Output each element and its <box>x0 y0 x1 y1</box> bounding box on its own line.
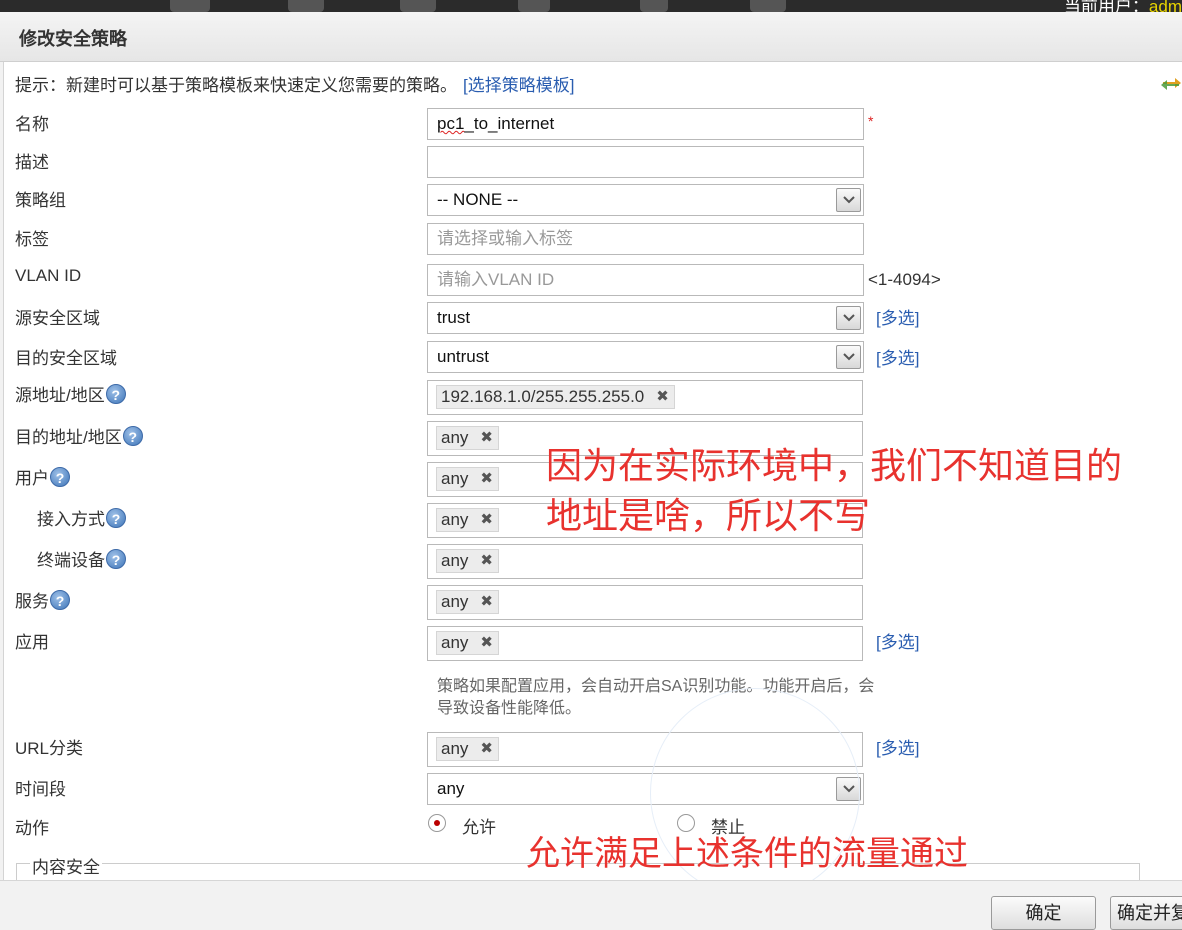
dst-zone-multiselect-link[interactable]: [多选] <box>876 344 919 369</box>
action-allow-label: 允许 <box>462 818 496 837</box>
nav-icon[interactable] <box>750 0 786 12</box>
content-security-legend: 内容安全 <box>30 853 102 878</box>
nav-icon[interactable] <box>400 0 436 12</box>
dst-zone-label: 目的安全区域 <box>15 349 117 368</box>
remove-tag-icon[interactable]: ✖ <box>480 427 493 449</box>
chevron-down-icon[interactable] <box>836 345 861 369</box>
terminal-tag: any ✖ <box>436 549 499 573</box>
src-zone-multiselect-link[interactable]: [多选] <box>876 304 919 329</box>
src-zone-label: 源安全区域 <box>15 309 100 328</box>
remove-tag-icon[interactable]: ✖ <box>480 632 493 654</box>
ok-button[interactable]: 确定 <box>991 896 1096 930</box>
annotation-action-note: 允许满足上述条件的流量通过 <box>526 835 968 873</box>
policy-group-label: 策略组 <box>15 191 66 210</box>
user-tag: any ✖ <box>436 467 499 491</box>
name-input[interactable]: pc1_to_internet <box>427 108 864 140</box>
top-navigation-strip: 当前用户：adm <box>0 0 1182 12</box>
service-tag: any ✖ <box>436 590 499 614</box>
terminal-input[interactable]: any ✖ <box>427 544 863 579</box>
action-allow-radio[interactable] <box>428 814 446 832</box>
access-mode-label: 接入方式? <box>37 505 126 530</box>
annotation-dst-line1: 因为在实际环境中，我们不知道目的 <box>546 445 1123 486</box>
service-input[interactable]: any ✖ <box>427 585 863 620</box>
action-label: 动作 <box>15 819 49 838</box>
nav-icon[interactable] <box>288 0 324 12</box>
application-multiselect-link[interactable]: [多选] <box>876 628 919 653</box>
required-marker: * <box>868 113 874 129</box>
application-input[interactable]: any ✖ <box>427 626 863 661</box>
remove-tag-icon[interactable]: ✖ <box>480 509 493 531</box>
help-icon[interactable]: ? <box>50 589 70 610</box>
remove-tag-icon[interactable]: ✖ <box>656 386 669 408</box>
vlan-id-label: VLAN ID <box>15 266 82 285</box>
nav-icon[interactable] <box>518 0 550 12</box>
remove-tag-icon[interactable]: ✖ <box>480 468 493 490</box>
application-tag: any ✖ <box>436 631 499 655</box>
chevron-down-icon[interactable] <box>836 188 861 212</box>
nav-icon[interactable] <box>640 0 668 12</box>
url-category-label: URL分类 <box>15 739 84 758</box>
description-label: 描述 <box>15 153 49 172</box>
remove-tag-icon[interactable]: ✖ <box>480 550 493 572</box>
help-icon[interactable]: ? <box>105 383 126 404</box>
hint-text: 提示：新建时可以基于策略模板来快速定义您需要的策略。 [选择策略模板] <box>15 76 575 95</box>
tags-label: 标签 <box>15 230 49 249</box>
policy-group-select[interactable]: -- NONE -- <box>427 184 864 216</box>
remove-tag-icon[interactable]: ✖ <box>480 738 493 760</box>
src-addr-input[interactable]: 192.168.1.0/255.255.255.0 ✖ <box>427 380 863 415</box>
time-range-label: 时间段 <box>15 780 66 799</box>
ok-and-copy-button[interactable]: 确定并复制 <box>1110 896 1182 930</box>
nav-icon[interactable] <box>170 0 210 12</box>
dialog-title: 修改安全策略 <box>19 29 127 49</box>
current-user: 当前用户：adm <box>1063 0 1182 12</box>
help-icon[interactable]: ? <box>122 425 143 446</box>
terminal-label: 终端设备? <box>37 546 126 571</box>
help-icon[interactable]: ? <box>106 548 126 569</box>
url-category-multiselect-link[interactable]: [多选] <box>876 734 919 759</box>
remove-tag-icon[interactable]: ✖ <box>480 591 493 613</box>
vlan-id-input[interactable]: 请输入VLAN ID <box>427 264 864 296</box>
url-category-tag: any ✖ <box>436 737 499 761</box>
chevron-down-icon[interactable] <box>836 306 861 330</box>
select-template-link[interactable]: [选择策略模板] <box>463 76 574 95</box>
src-addr-tag: 192.168.1.0/255.255.255.0 ✖ <box>436 385 675 409</box>
help-icon[interactable]: ? <box>50 466 70 487</box>
src-zone-select[interactable]: trust <box>427 302 864 334</box>
user-label: 用户? <box>15 464 70 489</box>
dst-addr-tag: any ✖ <box>436 426 499 450</box>
swap-icon[interactable] <box>1160 75 1182 93</box>
description-input[interactable] <box>427 146 864 178</box>
annotation-dst-line2: 地址是啥，所以不写 <box>546 495 871 536</box>
access-mode-tag: any ✖ <box>436 508 499 532</box>
help-icon[interactable]: ? <box>106 507 126 528</box>
service-label: 服务? <box>15 587 70 612</box>
dst-addr-label: 目的地址/地区? <box>15 423 143 448</box>
dialog-titlebar: 修改安全策略 <box>0 12 1182 62</box>
src-addr-label: 源地址/地区? <box>15 381 126 406</box>
name-label: 名称 <box>15 115 49 134</box>
tags-input[interactable]: 请选择或输入标签 <box>427 223 864 255</box>
application-label: 应用 <box>15 633 49 652</box>
dst-zone-select[interactable]: untrust <box>427 341 864 373</box>
vlan-range-hint: <1-4094> <box>868 270 941 289</box>
